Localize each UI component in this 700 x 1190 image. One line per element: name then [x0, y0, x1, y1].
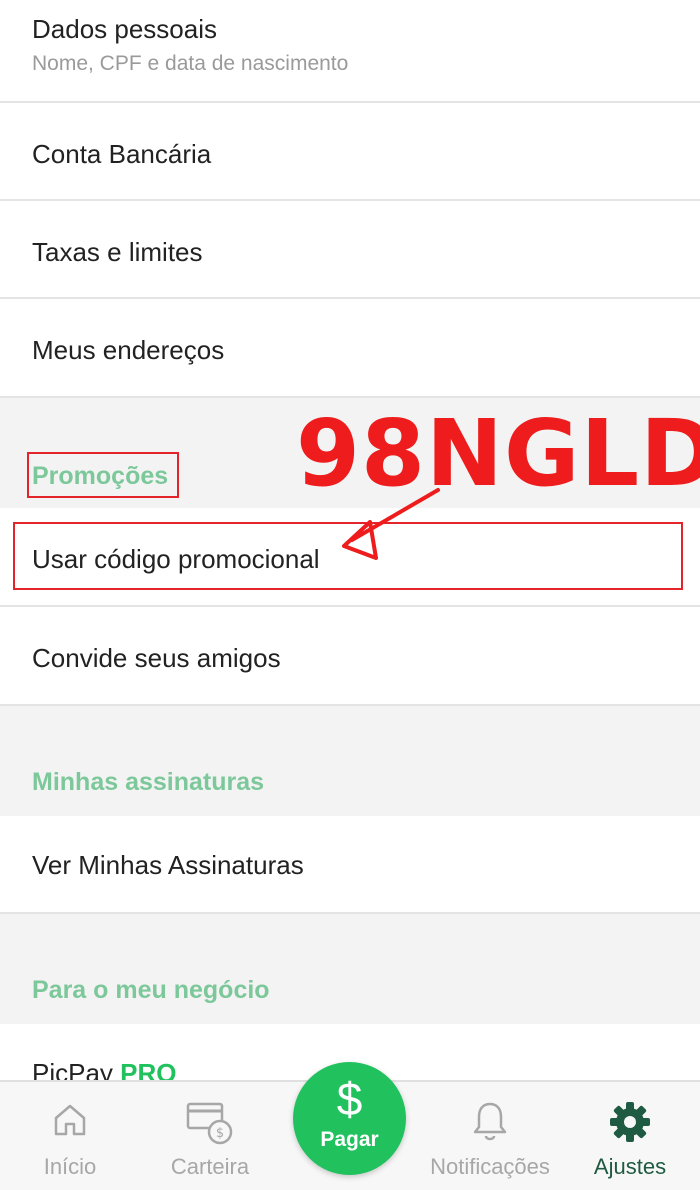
pay-button[interactable]: $ Pagar	[293, 1062, 406, 1175]
section-subscriptions: Minhas assinaturas	[0, 706, 700, 816]
personal-data-subtitle: Nome, CPF e data de nascimento	[32, 52, 349, 75]
menu-item-personal-data[interactable]: Dados pessoais Nome, CPF e data de nasci…	[0, 0, 700, 103]
tab-settings[interactable]: Ajustes	[580, 1082, 680, 1190]
tab-notifications-label: Notificações	[430, 1154, 550, 1179]
menu-item-invite-friends[interactable]: Convide seus amigos	[0, 607, 700, 706]
menu-item-fees-limits[interactable]: Taxas e limites	[0, 201, 700, 299]
dollar-icon: $	[336, 1073, 363, 1125]
tab-notifications[interactable]: Notificações	[420, 1082, 560, 1190]
wallet-icon: $	[186, 1102, 233, 1145]
tab-settings-label: Ajustes	[593, 1154, 667, 1179]
personal-data-label: Dados pessoais	[32, 14, 217, 44]
section-business: Para o meu negócio	[0, 914, 700, 1024]
home-icon	[54, 1104, 86, 1136]
addresses-label: Meus endereços	[32, 335, 225, 365]
tab-wallet[interactable]: $ Carteira	[160, 1082, 260, 1190]
tab-home[interactable]: Início	[20, 1082, 120, 1190]
bank-account-label: Conta Bancária	[32, 139, 212, 169]
annotation-box-promotions	[27, 452, 179, 498]
menu-item-addresses[interactable]: Meus endereços	[0, 299, 700, 398]
pay-button-label: Pagar	[320, 1128, 379, 1151]
view-subscriptions-label: Ver Minhas Assinaturas	[32, 850, 304, 880]
tab-wallet-label: Carteira	[170, 1154, 250, 1179]
annotation-arrow-icon	[342, 488, 440, 560]
fees-limits-label: Taxas e limites	[32, 237, 203, 267]
invite-friends-label: Convide seus amigos	[32, 643, 281, 673]
gear-icon	[610, 1102, 650, 1142]
menu-item-view-subscriptions[interactable]: Ver Minhas Assinaturas	[0, 816, 700, 914]
menu-item-bank-account[interactable]: Conta Bancária	[0, 103, 700, 201]
svg-text:$: $	[216, 1126, 224, 1141]
bell-icon	[473, 1102, 507, 1141]
section-title-business: Para o meu negócio	[32, 976, 270, 1004]
tab-home-label: Início	[43, 1154, 97, 1179]
section-title-subscriptions: Minhas assinaturas	[32, 768, 265, 796]
